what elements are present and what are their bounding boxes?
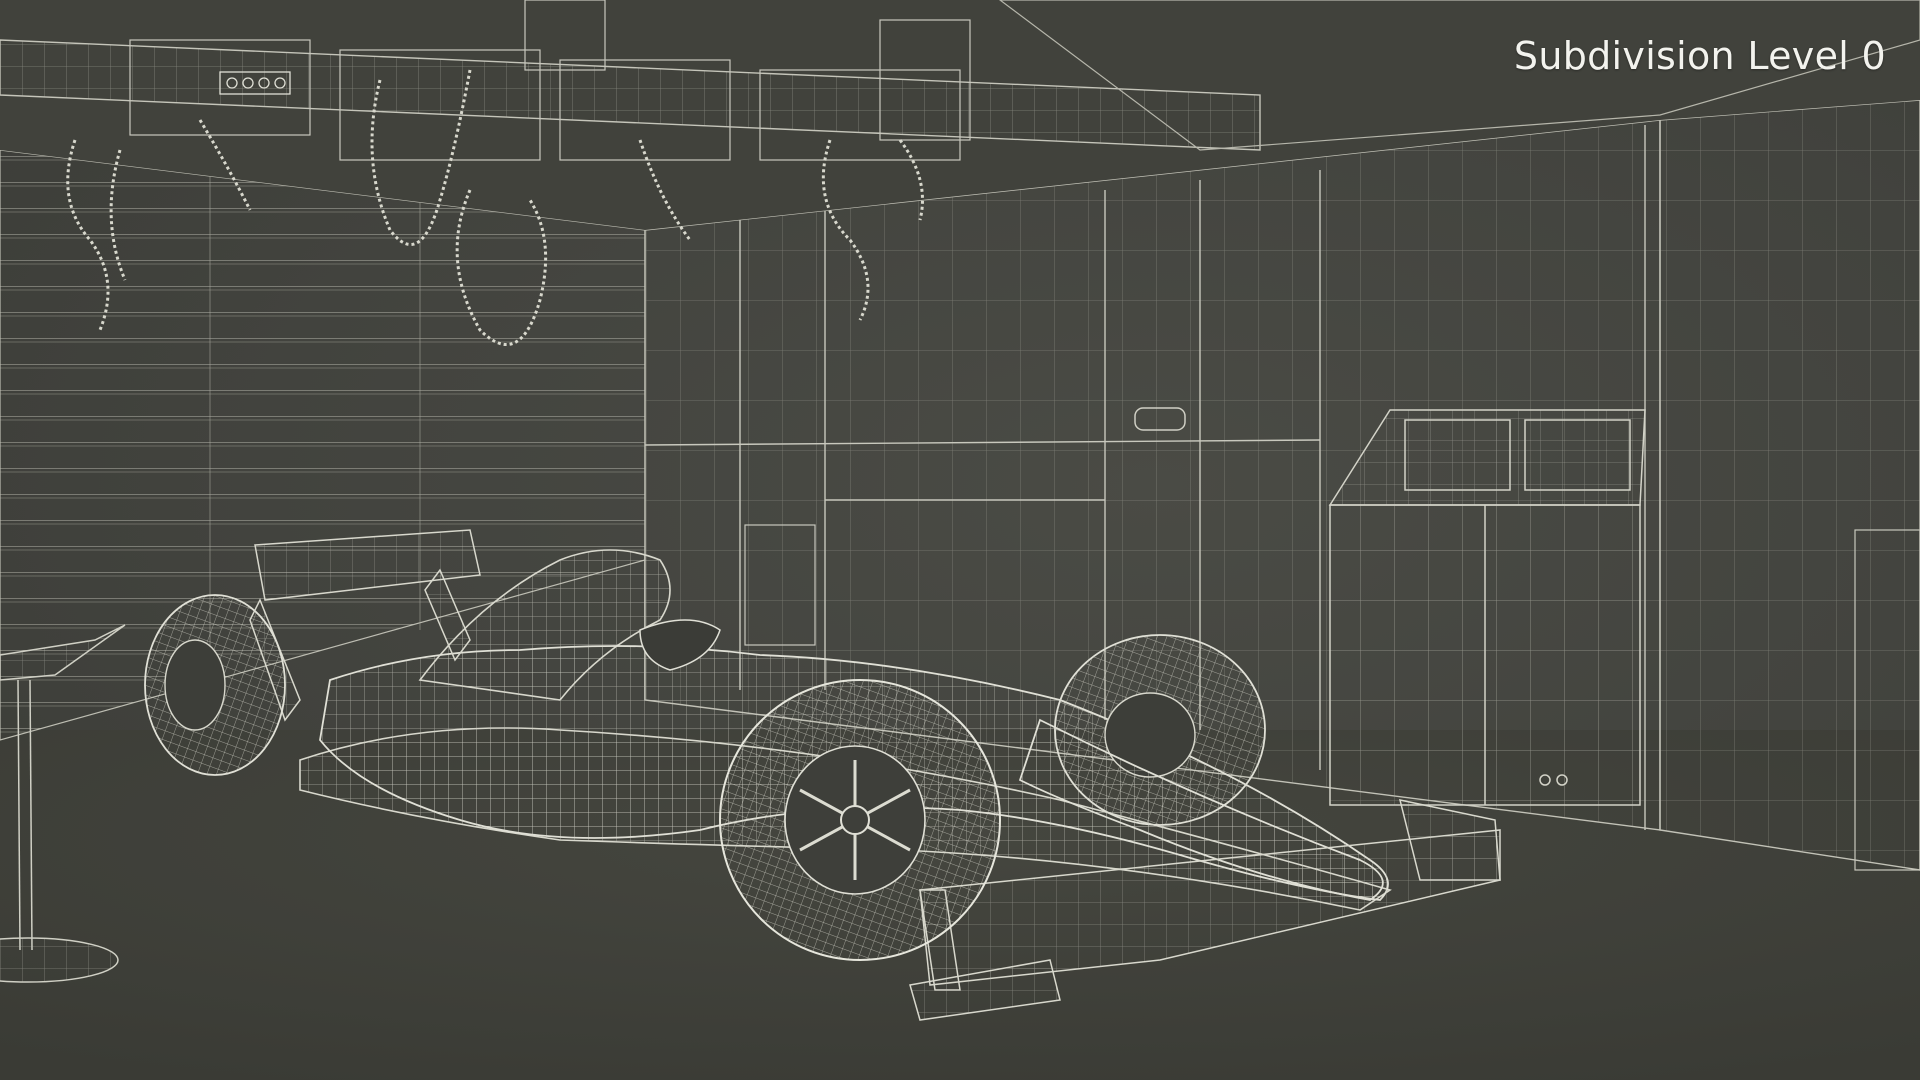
rear-left-wheel bbox=[144, 594, 286, 776]
subdivision-level-label: Subdivision Level 0 bbox=[1513, 34, 1886, 78]
front-left-wheel bbox=[719, 679, 1001, 961]
right-wall bbox=[1659, 99, 1920, 871]
tool-cabinet bbox=[1328, 409, 1646, 806]
wireframe-scene bbox=[0, 0, 1920, 1080]
render-viewport: Subdivision Level 0 bbox=[0, 0, 1920, 1080]
